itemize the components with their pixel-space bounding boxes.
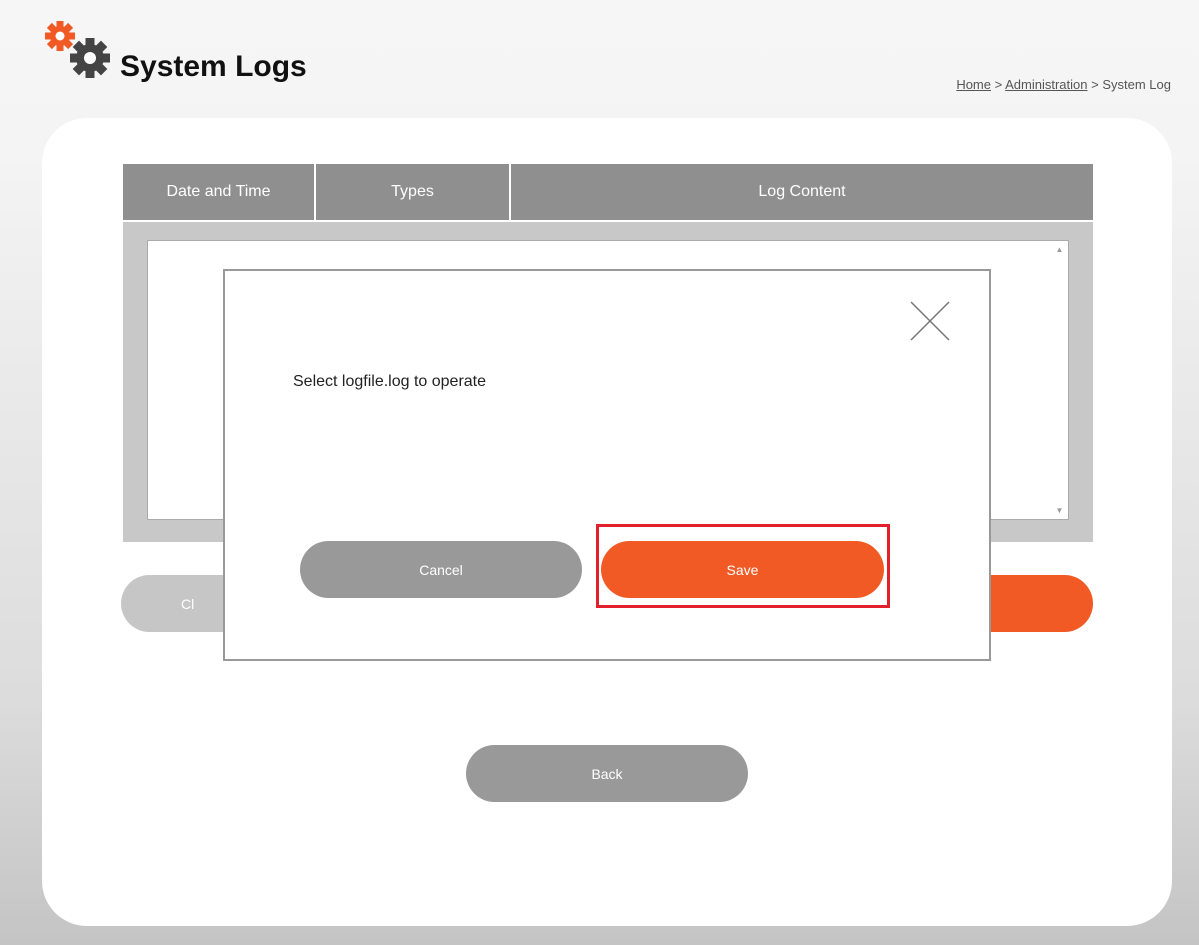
close-icon[interactable] (909, 300, 951, 342)
breadcrumb-current: System Log (1102, 77, 1171, 92)
clear-log-label: Cl (181, 595, 195, 612)
save-button[interactable]: Save (601, 541, 884, 598)
breadcrumb-separator: > (1091, 77, 1099, 92)
save-log-dialog: Select logfile.log to operate Cancel Sav… (223, 269, 991, 661)
cancel-button[interactable]: Cancel (300, 541, 582, 598)
breadcrumb-home-link[interactable]: Home (956, 77, 991, 92)
page-title: System Logs (120, 50, 307, 83)
column-types: Types (316, 164, 511, 220)
dialog-message: Select logfile.log to operate (293, 373, 487, 390)
log-scrollbar[interactable]: ▲ ▼ (1051, 241, 1068, 519)
log-table-header: Date and Time Types Log Content (123, 164, 1093, 220)
breadcrumb: Home > Administration > System Log (956, 77, 1171, 92)
breadcrumb-separator: > (994, 77, 1003, 92)
back-button[interactable]: Back (466, 745, 748, 802)
gears-icon (45, 21, 110, 78)
breadcrumb-administration-link[interactable]: Administration (1005, 77, 1087, 92)
scroll-down-arrow-icon[interactable]: ▼ (1051, 502, 1068, 519)
column-log-content: Log Content (511, 164, 1093, 220)
column-date-time: Date and Time (123, 164, 316, 220)
scroll-up-arrow-icon[interactable]: ▲ (1051, 241, 1068, 258)
